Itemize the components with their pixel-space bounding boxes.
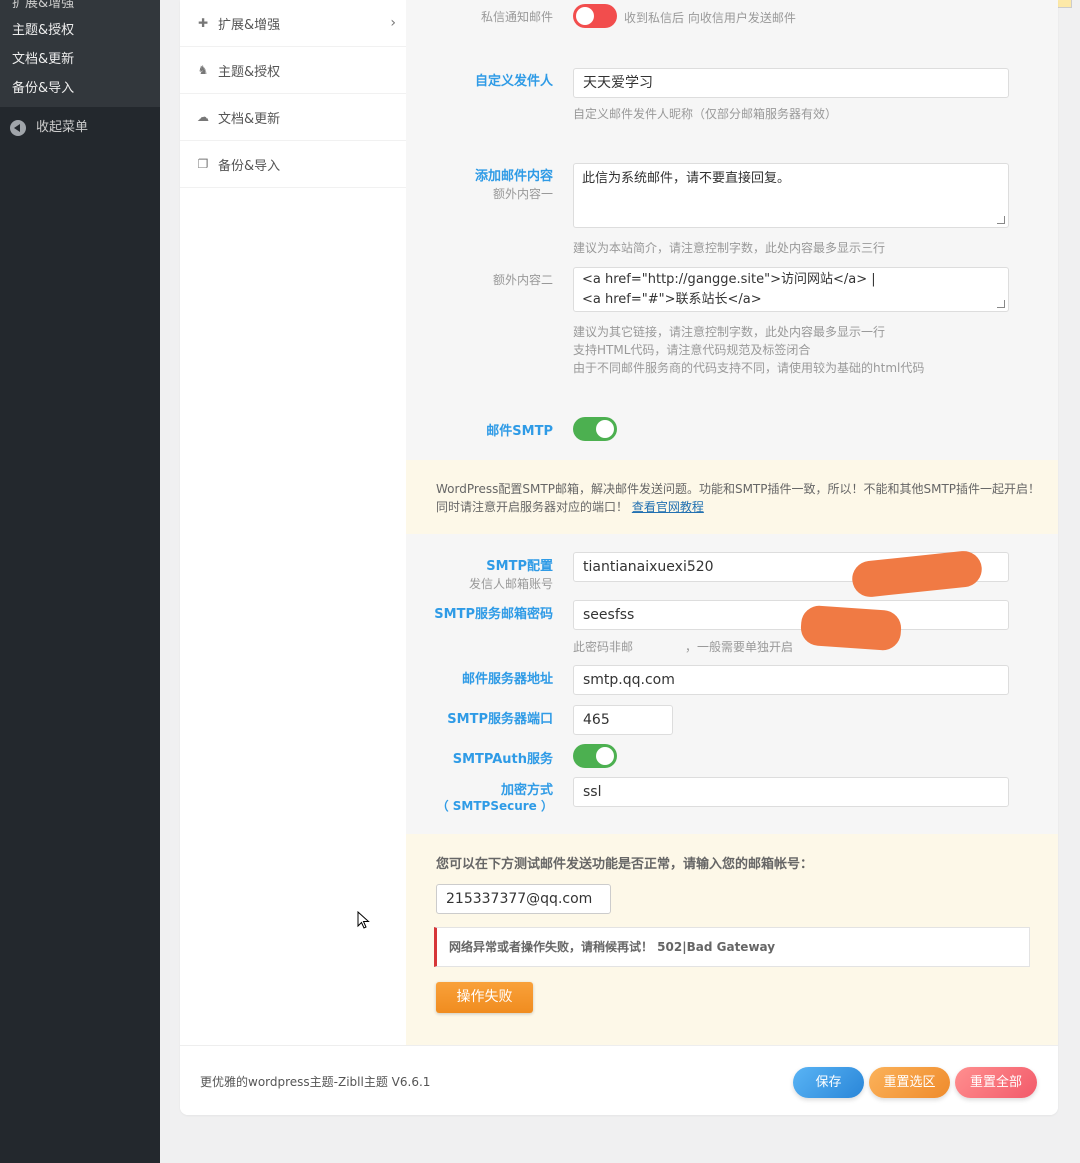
smtp-config-label: SMTP配置	[486, 559, 553, 574]
smtp-password-help: 此密码非邮 ，一般需要单独开启	[573, 640, 794, 654]
smtp-auth-label: SMTPAuth服务	[452, 752, 553, 767]
thumbnail-highlight	[1057, 0, 1071, 7]
smtp-auth-toggle[interactable]	[573, 744, 617, 768]
cloud-download-icon: ☁	[197, 110, 209, 124]
reset-all-button[interactable]: 重置全部	[955, 1067, 1037, 1098]
smtp-password-input[interactable]: seesfss	[573, 600, 1009, 630]
mail-test-box: 您可以在下方测试邮件发送功能是否正常，请输入您的邮箱帐号： 215337377@…	[406, 834, 1058, 1045]
submenu-item-docs[interactable]: 文档&更新	[0, 45, 160, 74]
extra-content-2-line2: <a href="#">联系站长</a>	[582, 292, 762, 307]
resize-grip-icon[interactable]	[997, 216, 1005, 224]
smtp-port-input[interactable]: 465	[573, 705, 673, 735]
puzzle-icon: ✚	[197, 16, 209, 30]
extra-content-2-textarea[interactable]: <a href="http://gangge.site">访问网站</a> | …	[573, 267, 1009, 312]
mail-content-label: 添加邮件内容	[474, 169, 553, 184]
options-content: 私信通知邮件 收到私信后 向收信用户发送邮件 自定义发件人 天天爱学习 自定义邮…	[406, 0, 1058, 1045]
collapse-menu-label: 收起菜单	[36, 120, 89, 135]
submenu-item-theme-auth[interactable]: 主题&授权	[0, 16, 160, 45]
options-nav-label: 备份&导入	[218, 158, 281, 174]
help-line: 由于不同邮件服务商的代码支持不同，请使用较为基础的html代码	[573, 361, 925, 375]
resize-grip-icon[interactable]	[997, 300, 1005, 308]
save-button[interactable]: 保存	[793, 1067, 864, 1098]
collapse-arrow-icon	[10, 120, 26, 136]
options-panel: ✚ 扩展&增强 › ♞ 主题&授权 ☁ 文档&更新 ❐ 备份&导入 私信通知邮件…	[180, 0, 1058, 1115]
options-nav-docs[interactable]: ☁ 文档&更新	[180, 94, 406, 141]
gitlab-icon: ♞	[197, 63, 209, 77]
smtp-secure-sublabel: （ SMTPSecure ）	[436, 799, 553, 813]
help-line: 建议为其它链接，请注意控制字数，此处内容最多显示一行	[573, 325, 886, 339]
chevron-right-icon: ›	[390, 15, 396, 31]
options-nav-extend[interactable]: ✚ 扩展&增强 ›	[180, 0, 406, 47]
extra-content-2-line1: <a href="http://gangge.site">访问网站</a> |	[582, 272, 876, 287]
copy-icon: ❐	[197, 157, 209, 171]
toggle-knob	[596, 747, 614, 765]
notice-line: WordPress配置SMTP邮箱，解决邮件发送问题。功能和SMTP插件一致，所…	[436, 482, 1041, 496]
options-nav-label: 文档&更新	[218, 111, 281, 127]
test-email-input[interactable]: 215337377@qq.com	[436, 884, 611, 914]
extra-content-1-textarea[interactable]: 此信为系统邮件，请不要直接回复。	[573, 163, 1009, 228]
reset-section-button[interactable]: 重置选区	[869, 1067, 950, 1098]
send-test-button[interactable]: 操作失败	[436, 982, 533, 1013]
custom-sender-input[interactable]: 天天爱学习	[573, 68, 1009, 98]
submenu-item-backup[interactable]: 备份&导入	[0, 74, 160, 103]
private-msg-mail-label: 私信通知邮件	[480, 10, 553, 24]
help-line: 支持HTML代码，请注意代码规范及标签闭合	[573, 343, 811, 357]
extra-content-2-label: 额外内容二	[492, 273, 553, 287]
private-msg-mail-desc: 收到私信后 向收信用户发送邮件	[624, 11, 796, 25]
extra-content-1-text: 此信为系统邮件，请不要直接回复。	[582, 171, 791, 186]
extra-content-1-label: 额外内容一	[492, 187, 553, 201]
admin-sidebar: 扩展&增强 主题&授权 文档&更新 备份&导入 收起菜单	[0, 0, 160, 1163]
smtp-port-label: SMTP服务器端口	[447, 712, 553, 727]
options-footer: 更优雅的wordpress主题-Zibll主题 V6.6.1 保存 重置选区 重…	[180, 1045, 1058, 1115]
smtp-config-sublabel: 发信人邮箱账号	[468, 577, 553, 591]
error-notice: 网络异常或者操作失败，请稍候再试！ 502|Bad Gateway	[434, 927, 1030, 967]
tutorial-link[interactable]: 查看官网教程	[632, 500, 704, 514]
submenu-item-extend[interactable]: 扩展&增强	[0, 0, 160, 16]
smtp-password-label: SMTP服务邮箱密码	[434, 607, 553, 622]
footer-version-text: 更优雅的wordpress主题-Zibll主题 V6.6.1	[200, 1075, 431, 1089]
redaction-mark	[799, 604, 903, 652]
custom-sender-help: 自定义邮件发件人昵称（仅部分邮箱服务器有效）	[573, 107, 838, 121]
smtp-host-input[interactable]: smtp.qq.com	[573, 665, 1009, 695]
smtp-toggle-label: 邮件SMTP	[486, 424, 553, 439]
options-nav-theme-auth[interactable]: ♞ 主题&授权	[180, 47, 406, 94]
smtp-secure-label: 加密方式	[500, 783, 553, 798]
extra-content-1-help: 建议为本站简介，请注意控制字数，此处内容最多显示三行	[573, 241, 886, 255]
options-nav-backup[interactable]: ❐ 备份&导入	[180, 141, 406, 188]
options-nav: ✚ 扩展&增强 › ♞ 主题&授权 ☁ 文档&更新 ❐ 备份&导入	[180, 0, 406, 1045]
admin-submenu: 扩展&增强 主题&授权 文档&更新 备份&导入	[0, 0, 160, 107]
notice-line: 同时请注意开启服务器对应的端口！ 查看官网教程	[436, 500, 704, 514]
mail-test-title: 您可以在下方测试邮件发送功能是否正常，请输入您的邮箱帐号：	[436, 857, 814, 872]
mouse-cursor-icon	[357, 911, 370, 929]
smtp-host-label: 邮件服务器地址	[461, 672, 553, 687]
collapse-menu-button[interactable]: 收起菜单	[0, 111, 160, 145]
smtp-secure-input[interactable]: ssl	[573, 777, 1009, 807]
private-msg-mail-toggle[interactable]	[573, 4, 617, 28]
smtp-toggle[interactable]	[573, 417, 617, 441]
custom-sender-label: 自定义发件人	[474, 74, 553, 89]
extra-content-2-help: 建议为其它链接，请注意控制字数，此处内容最多显示一行 支持HTML代码，请注意代…	[573, 323, 924, 377]
toggle-knob	[576, 7, 594, 25]
smtp-notice: WordPress配置SMTP邮箱，解决邮件发送问题。功能和SMTP插件一致，所…	[406, 460, 1058, 534]
options-nav-label: 主题&授权	[218, 64, 281, 80]
options-nav-label: 扩展&增强	[218, 17, 281, 33]
toggle-knob	[596, 420, 614, 438]
